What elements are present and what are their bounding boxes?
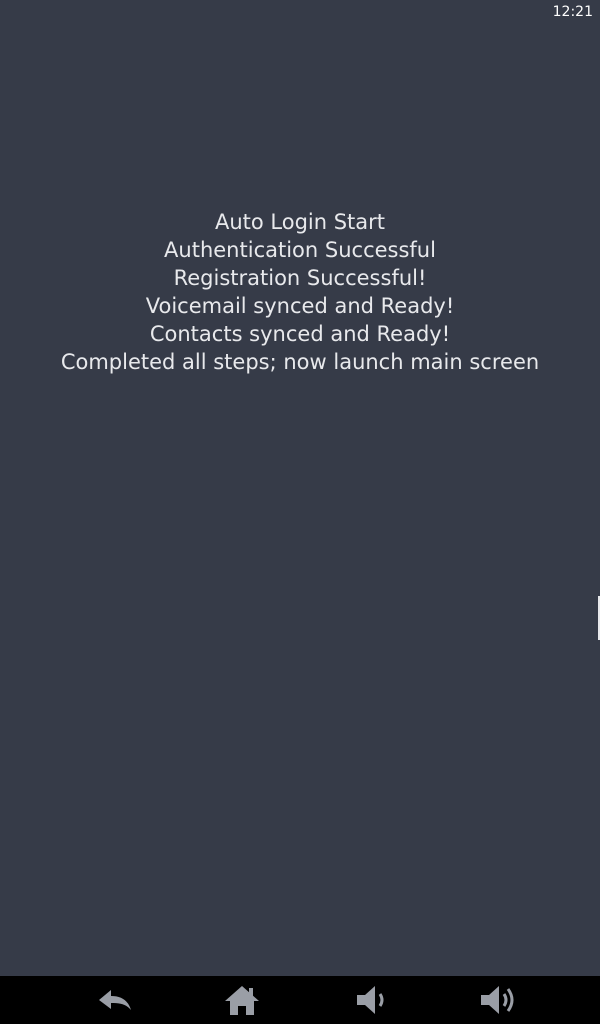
home-icon xyxy=(225,986,259,1015)
message-contacts-sync: Contacts synced and Ready! xyxy=(149,322,451,346)
volume-up-icon xyxy=(481,986,514,1014)
back-button[interactable] xyxy=(83,976,147,1024)
message-completed: Completed all steps; now launch main scr… xyxy=(60,350,540,374)
navigation-bar xyxy=(0,976,600,1024)
volume-down-icon xyxy=(357,986,384,1014)
message-registration: Registration Successful! xyxy=(173,266,427,290)
volume-up-button[interactable] xyxy=(465,976,529,1024)
message-auto-login-start: Auto Login Start xyxy=(214,210,386,234)
message-voicemail-sync: Voicemail synced and Ready! xyxy=(145,294,455,318)
volume-down-button[interactable] xyxy=(337,976,401,1024)
status-clock: 12:21 xyxy=(552,4,593,20)
message-authentication: Authentication Successful xyxy=(164,238,436,262)
back-icon xyxy=(99,990,131,1010)
login-progress-messages: Auto Login Start Authentication Successf… xyxy=(0,208,600,376)
status-bar: 12:21 xyxy=(0,0,600,24)
home-button[interactable] xyxy=(210,976,274,1024)
